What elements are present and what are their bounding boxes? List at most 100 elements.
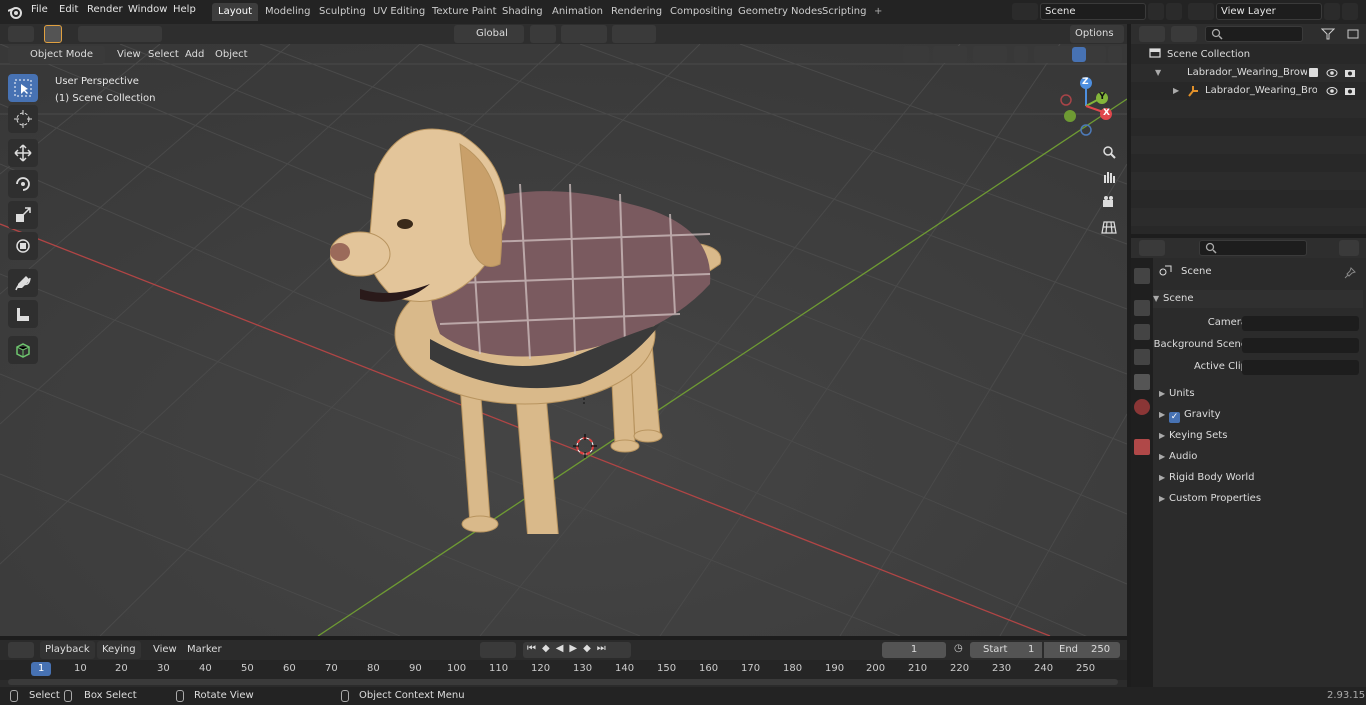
add-workspace-button[interactable]: + bbox=[868, 3, 888, 21]
properties-options-dropdown[interactable] bbox=[1339, 240, 1359, 256]
outliner-row-child[interactable]: ▶ Labrador_Wearing_Brow bbox=[1131, 82, 1366, 100]
menu-file[interactable]: File bbox=[31, 4, 48, 15]
active-clip-field[interactable] bbox=[1242, 360, 1359, 375]
panel-custom-properties[interactable]: ▶ Custom Properties bbox=[1159, 490, 1261, 508]
camera-render-icon[interactable] bbox=[1344, 86, 1356, 96]
panel-gravity[interactable]: ▶ ✓ Gravity bbox=[1159, 406, 1221, 424]
overlay-toggle-icon[interactable] bbox=[973, 46, 1007, 63]
shading-options-icon[interactable] bbox=[1108, 46, 1122, 63]
cursor-tool-icon[interactable] bbox=[8, 105, 38, 133]
visibility-icon[interactable] bbox=[903, 46, 929, 63]
eye-icon[interactable] bbox=[1326, 68, 1338, 78]
tab-scripting[interactable]: Scripting bbox=[816, 3, 872, 21]
timeline-editor-type-button[interactable] bbox=[8, 642, 34, 658]
scale-tool-icon[interactable] bbox=[8, 201, 38, 229]
view-layer-tab-icon[interactable] bbox=[1134, 349, 1150, 365]
editor-type-button[interactable] bbox=[8, 26, 34, 42]
scene-selector-button[interactable] bbox=[1012, 3, 1038, 20]
timeline-view-menu[interactable]: View bbox=[148, 641, 182, 659]
menu-render[interactable]: Render bbox=[87, 4, 123, 15]
select-box-tool-icon[interactable] bbox=[8, 74, 38, 102]
move-tool-icon[interactable] bbox=[8, 139, 38, 167]
tab-sculpting[interactable]: Sculpting bbox=[313, 3, 372, 21]
auto-keying-record-button[interactable] bbox=[480, 642, 516, 658]
output-tab-icon[interactable] bbox=[1134, 324, 1150, 340]
tab-uv-editing[interactable]: UV Editing bbox=[367, 3, 431, 21]
panel-keying-sets[interactable]: ▶ Keying Sets bbox=[1159, 427, 1227, 445]
tool-tab-icon[interactable] bbox=[1134, 268, 1150, 284]
current-frame-field[interactable]: 1 bbox=[882, 642, 946, 658]
menu-window[interactable]: Window bbox=[128, 4, 167, 15]
menu-object[interactable]: Object bbox=[210, 46, 253, 64]
object-mode-dropdown[interactable]: Object Mode bbox=[8, 46, 105, 64]
world-tab-icon[interactable] bbox=[1134, 399, 1150, 415]
transform-orientation-dropdown[interactable]: Global bbox=[454, 25, 524, 43]
background-scene-field[interactable] bbox=[1242, 338, 1359, 353]
playback-control-icons[interactable]: ⏮◆◀▶◆⏭ bbox=[527, 643, 612, 654]
tab-modeling[interactable]: Modeling bbox=[259, 3, 317, 21]
snapping-icon[interactable] bbox=[561, 25, 607, 43]
texture-tab-icon[interactable] bbox=[1134, 439, 1150, 455]
panel-units[interactable]: ▶ Units bbox=[1159, 385, 1195, 403]
measure-tool-icon[interactable] bbox=[8, 300, 38, 328]
new-scene-icon[interactable] bbox=[1148, 3, 1164, 20]
view-layer-selector-button[interactable] bbox=[1188, 3, 1214, 20]
playback-dropdown[interactable]: Playback bbox=[40, 641, 95, 659]
camera-view-icon[interactable] bbox=[1101, 194, 1117, 210]
exclude-checkbox[interactable] bbox=[1309, 68, 1318, 77]
scene-section-header[interactable]: ▼ Scene bbox=[1153, 290, 1363, 308]
camera-render-icon[interactable] bbox=[1344, 68, 1356, 78]
selection-mode-buttons[interactable] bbox=[78, 26, 162, 42]
transform-tool-icon[interactable] bbox=[8, 232, 38, 260]
blender-logo-icon[interactable] bbox=[8, 5, 22, 19]
pivot-point-icon[interactable] bbox=[530, 25, 556, 43]
view-layer-field[interactable]: View Layer bbox=[1216, 3, 1322, 20]
select-tool-icon[interactable] bbox=[44, 25, 62, 43]
3d-cursor-icon[interactable] bbox=[573, 434, 597, 458]
new-view-layer-icon[interactable] bbox=[1324, 3, 1340, 20]
material-preview-shading-icon[interactable] bbox=[1072, 47, 1086, 62]
perspective-grid-icon[interactable] bbox=[1101, 219, 1117, 235]
labrador-model[interactable] bbox=[330, 114, 750, 534]
timeline-scrollbar[interactable] bbox=[8, 679, 1118, 685]
scene-tab-icon[interactable] bbox=[1134, 374, 1150, 390]
options-dropdown[interactable]: Options bbox=[1070, 25, 1124, 43]
shading-mode-buttons[interactable] bbox=[1034, 46, 1106, 63]
new-collection-icon[interactable] bbox=[1347, 28, 1361, 40]
tab-layout[interactable]: Layout bbox=[212, 3, 258, 21]
gravity-checkbox[interactable]: ✓ bbox=[1169, 412, 1180, 423]
properties-editor-type-button[interactable] bbox=[1139, 240, 1165, 256]
tab-shading[interactable]: Shading bbox=[496, 3, 549, 21]
outliner-editor-type-button[interactable] bbox=[1139, 26, 1165, 42]
outliner-scene-collection[interactable]: Scene Collection bbox=[1149, 46, 1250, 64]
render-tab-icon[interactable] bbox=[1134, 300, 1150, 316]
display-mode-button[interactable] bbox=[1171, 26, 1197, 42]
menu-select[interactable]: Select bbox=[143, 46, 184, 64]
proportional-editing-icon[interactable] bbox=[612, 25, 656, 43]
tab-geometry-nodes[interactable]: Geometry Nodes bbox=[732, 3, 828, 21]
eye-icon[interactable] bbox=[1326, 86, 1338, 96]
expand-right-icon[interactable]: ▶ bbox=[1173, 82, 1183, 100]
timeline-marker-menu[interactable]: Marker bbox=[182, 641, 227, 659]
gizmo-toggle-icon[interactable] bbox=[933, 46, 967, 63]
keying-dropdown[interactable]: Keying bbox=[97, 641, 141, 659]
filter-icon[interactable] bbox=[1321, 28, 1335, 40]
delete-scene-icon[interactable] bbox=[1166, 3, 1182, 20]
expand-down-icon[interactable]: ▼ bbox=[1155, 64, 1165, 82]
menu-edit[interactable]: Edit bbox=[59, 4, 78, 15]
pan-hand-icon[interactable] bbox=[1101, 169, 1117, 185]
camera-field[interactable] bbox=[1242, 316, 1359, 331]
menu-add[interactable]: Add bbox=[180, 46, 209, 64]
add-cube-tool-icon[interactable] bbox=[8, 336, 38, 364]
panel-rigid-body-world[interactable]: ▶ Rigid Body World bbox=[1159, 469, 1254, 487]
pin-icon[interactable] bbox=[1344, 267, 1356, 279]
menu-view[interactable]: View bbox=[112, 46, 146, 64]
menu-help[interactable]: Help bbox=[173, 4, 196, 15]
outliner-row-parent[interactable]: ▼ Labrador_Wearing_Brown_Cc bbox=[1131, 64, 1366, 82]
delete-view-layer-icon[interactable] bbox=[1342, 3, 1358, 20]
3d-viewport[interactable]: User Perspective (1) Scene Collection Z … bbox=[0, 44, 1127, 636]
xray-icon[interactable] bbox=[1014, 46, 1028, 63]
annotate-tool-icon[interactable] bbox=[8, 269, 38, 297]
panel-audio[interactable]: ▶ Audio bbox=[1159, 448, 1197, 466]
tab-rendering[interactable]: Rendering bbox=[605, 3, 668, 21]
